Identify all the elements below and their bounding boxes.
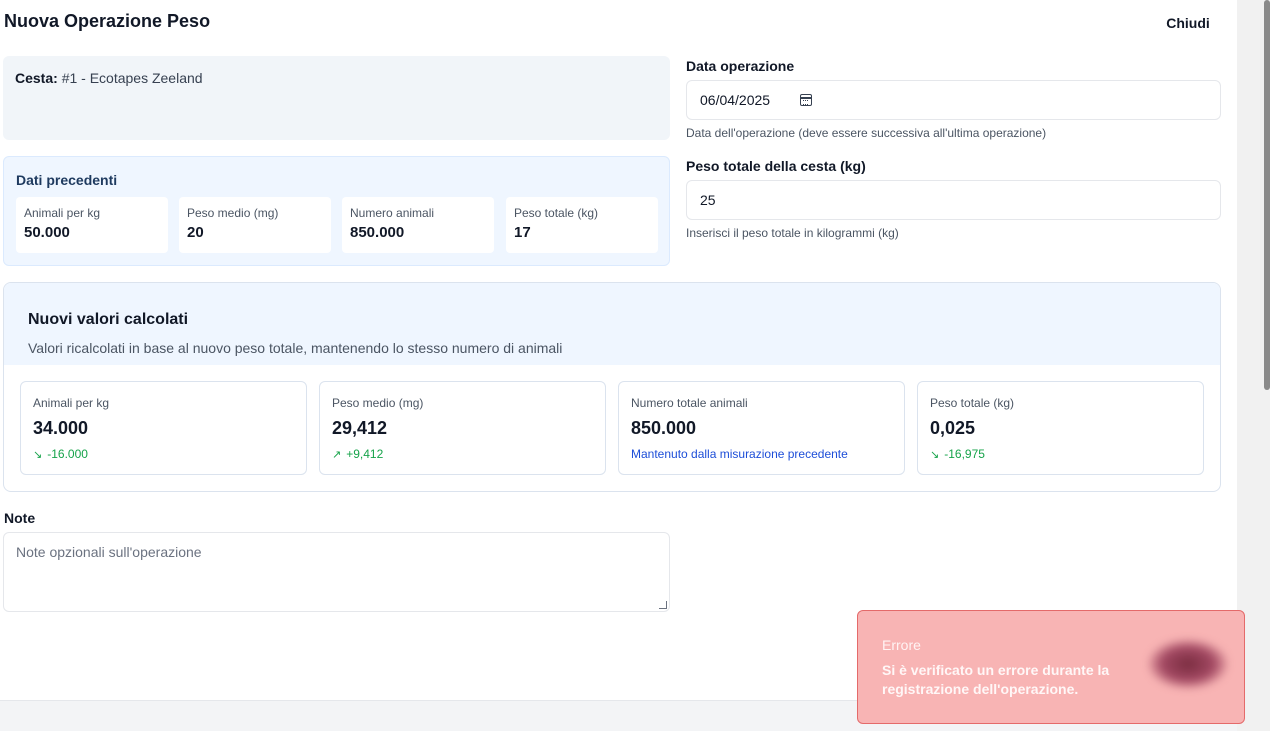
- date-label: Data operazione: [686, 58, 795, 74]
- previous-card: Peso totale (kg) 17: [506, 197, 658, 253]
- calculated-card: Animali per kg 34.000 ↘ -16.000: [20, 381, 307, 475]
- weight-input[interactable]: 25: [686, 180, 1221, 220]
- delta-value: +9,412: [346, 447, 384, 461]
- calendar-icon[interactable]: [800, 94, 813, 106]
- calculated-card-delta: ↘ -16,975: [930, 447, 1191, 461]
- previous-card: Animali per kg 50.000: [16, 197, 168, 253]
- calculated-card-note: Mantenuto dalla misurazione precedente: [631, 447, 892, 461]
- previous-data-title: Dati precedenti: [16, 172, 118, 188]
- basket-value: #1 - Ecotapes Zeeland: [61, 70, 203, 86]
- trend-down-icon: ↘: [930, 448, 940, 461]
- calculated-card-label: Peso totale (kg): [930, 396, 1015, 410]
- scrollbar-thumb[interactable]: [1264, 0, 1270, 390]
- close-button[interactable]: Chiudi: [1160, 12, 1216, 34]
- calculated-subtitle: Valori ricalcolati in base al nuovo peso…: [28, 340, 563, 356]
- previous-card-label: Peso totale (kg): [514, 206, 599, 220]
- calculated-card-value: 29,412: [332, 418, 388, 438]
- trend-down-icon: ↘: [33, 448, 43, 461]
- toast-message: Si è verificato un errore durante la reg…: [882, 662, 1110, 697]
- delta-value: -16.000: [47, 447, 88, 461]
- previous-card: Numero animali 850.000: [342, 197, 494, 253]
- delta-value: Mantenuto dalla misurazione precedente: [631, 447, 848, 461]
- notes-placeholder: Note opzionali sull'operazione: [16, 544, 202, 560]
- calculated-card-value: 34.000: [33, 418, 89, 438]
- date-value: 06/04/2025: [700, 92, 771, 108]
- weight-value: 25: [700, 192, 716, 208]
- dialog-title: Nuova Operazione Peso: [4, 11, 211, 31]
- date-help: Data dell'operazione (deve essere succes…: [686, 126, 1047, 140]
- calculated-panel: Nuovi valori calcolati Valori ricalcolat…: [3, 282, 1221, 492]
- previous-card: Peso medio (mg) 20: [179, 197, 331, 253]
- calculated-card: Peso totale (kg) 0,025 ↘ -16,975: [917, 381, 1204, 475]
- previous-card-value: 850.000: [350, 224, 405, 241]
- date-input[interactable]: 06/04/2025: [686, 80, 1221, 120]
- calculated-card-label: Numero totale animali: [631, 396, 748, 410]
- notes-label: Note: [4, 510, 36, 526]
- weight-label: Peso totale della cesta (kg): [686, 158, 866, 174]
- calculated-card-value: 0,025: [930, 418, 976, 438]
- calculated-title: Nuovi valori calcolati: [28, 311, 189, 328]
- calculated-card: Peso medio (mg) 29,412 ↗ +9,412: [319, 381, 606, 475]
- previous-data-panel: Dati precedenti Animali per kg 50.000 Pe…: [3, 156, 670, 266]
- previous-card-value: 17: [514, 224, 531, 241]
- toast-close-icon[interactable]: [1148, 639, 1228, 689]
- basket-label: Cesta:: [15, 70, 58, 86]
- error-toast[interactable]: Errore Si è verificato un errore durante…: [857, 610, 1245, 724]
- trend-up-icon: ↗: [332, 448, 342, 461]
- calculated-card-value: 850.000: [631, 418, 697, 438]
- notes-textarea[interactable]: Note opzionali sull'operazione: [3, 532, 670, 612]
- previous-card-label: Animali per kg: [24, 206, 101, 220]
- previous-card-value: 20: [187, 224, 204, 241]
- previous-card-value: 50.000: [24, 224, 70, 241]
- calculated-header: Nuovi valori calcolati Valori ricalcolat…: [4, 283, 1220, 365]
- previous-card-label: Peso medio (mg): [187, 206, 279, 220]
- delta-value: -16,975: [944, 447, 985, 461]
- resize-handle-icon[interactable]: [659, 601, 667, 609]
- calculated-card-delta: ↗ +9,412: [332, 447, 593, 461]
- previous-card-label: Numero animali: [350, 206, 435, 220]
- basket-info: Cesta: #1 - Ecotapes Zeeland: [3, 56, 670, 140]
- calculated-card-label: Animali per kg: [33, 396, 110, 410]
- calculated-card-delta: ↘ -16.000: [33, 447, 294, 461]
- weight-help: Inserisci il peso totale in kilogrammi (…: [686, 226, 899, 240]
- calculated-card-label: Peso medio (mg): [332, 396, 424, 410]
- calculated-card: Numero totale animali 850.000 Mantenuto …: [618, 381, 905, 475]
